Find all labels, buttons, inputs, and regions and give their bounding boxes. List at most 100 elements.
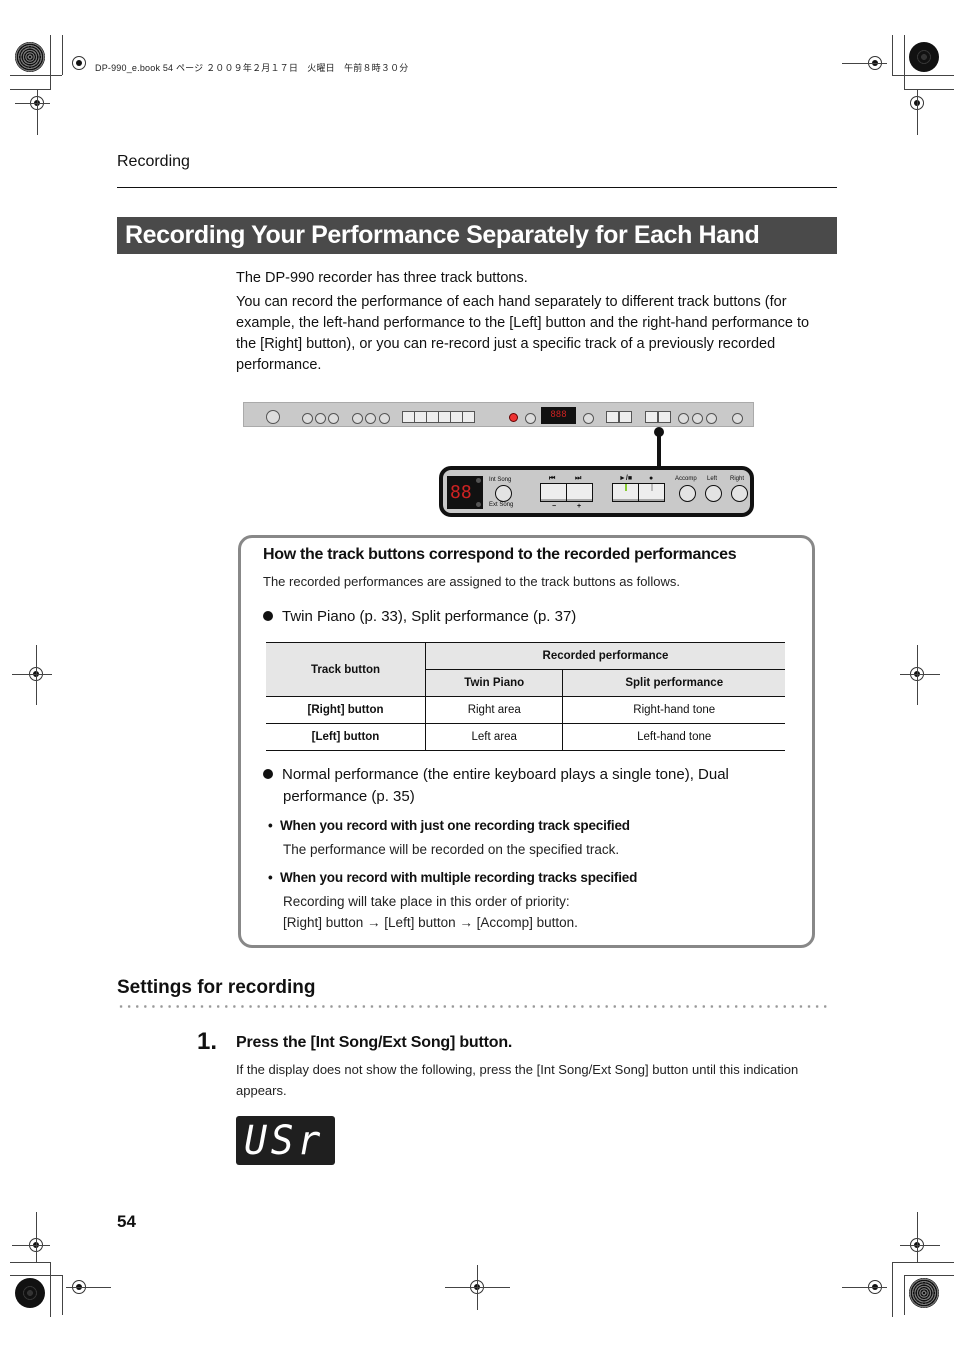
info-box-subtitle: The recorded performances are assigned t… — [263, 574, 680, 589]
crop-mark — [10, 75, 62, 76]
step-number: 1. — [197, 1028, 218, 1055]
header-twin-piano: Twin Piano — [424, 669, 563, 697]
header-split-performance: Split performance — [562, 669, 785, 697]
sub-bullet-one-track: • When you record with just one recording… — [268, 818, 630, 833]
cell-split: Left-hand tone — [562, 723, 785, 751]
crop-mark — [892, 1262, 954, 1263]
left-label: Left — [707, 476, 718, 482]
crop-target-top-right — [909, 42, 939, 72]
lcd-text: USr — [244, 1118, 325, 1164]
metronome-led — [509, 413, 518, 422]
crop-mark — [10, 1262, 50, 1263]
fwd-button — [619, 411, 632, 423]
crop-mark — [842, 63, 887, 64]
crop-mark — [37, 90, 38, 135]
registration-mark — [72, 56, 86, 70]
intro-paragraph-1: The DP-990 recorder has three track butt… — [236, 270, 528, 286]
rec-led — [651, 484, 653, 491]
crop-mark — [50, 1262, 51, 1317]
lcd-display-illustration: USr — [236, 1116, 335, 1165]
dotted-divider — [117, 1005, 827, 1008]
accomp-label: Accomp — [675, 476, 697, 482]
crop-mark — [66, 1287, 111, 1288]
sub-bullet-text: Recording will take place in this order … — [283, 894, 570, 909]
bullet-twin-split: Twin Piano (p. 33), Split performance (p… — [263, 608, 576, 625]
crop-mark — [917, 645, 918, 705]
crop-target-bottom-left — [15, 1278, 45, 1308]
crop-mark — [917, 1212, 918, 1262]
bwd-button — [606, 411, 619, 423]
bullet-icon — [263, 769, 273, 780]
table-row: [Left] button Left area Left-hand tone — [266, 723, 785, 751]
crop-mark — [10, 1275, 62, 1276]
crop-mark — [477, 1265, 478, 1310]
int-song-label: Int Song — [489, 477, 512, 483]
crop-mark — [904, 1275, 905, 1315]
header-recorded-performance: Recorded performance — [425, 642, 785, 670]
panel-display: 888 — [541, 407, 576, 424]
ambience-knob — [302, 413, 313, 424]
crop-mark — [36, 1212, 37, 1262]
crop-mark — [12, 674, 52, 675]
bullet-icon — [263, 611, 273, 622]
zoomed-panel-illustration: 88 Int Song Ext Song ⏮ ⏭ − + ►/■ ● Accom… — [439, 466, 754, 517]
header-rule — [117, 187, 837, 188]
eq-knob — [315, 413, 326, 424]
crop-mark — [900, 674, 940, 675]
fwd-button — [566, 483, 593, 502]
play-button — [645, 411, 658, 423]
crop-mark — [62, 1275, 63, 1315]
crop-mark — [36, 645, 37, 705]
right-label: Right — [730, 476, 745, 482]
fwd-icon: ⏭ — [575, 475, 582, 482]
running-head: Recording — [117, 153, 190, 170]
small-bullet-icon: • — [268, 818, 273, 833]
table-row: [Right] button Right area Right-hand ton… — [266, 696, 785, 724]
intro-paragraph-2: You can record the performance of each h… — [236, 294, 810, 373]
play-stop-icon: ►/■ — [619, 475, 633, 482]
crop-target-top-left — [15, 42, 45, 72]
crop-mark — [900, 1245, 940, 1246]
crop-mark — [842, 1287, 887, 1288]
track-table: Track button Recorded performance Twin P… — [266, 642, 785, 751]
tempo-knob — [525, 413, 536, 424]
tone-button-others — [462, 411, 475, 423]
cell-button: [Left] button — [266, 723, 426, 751]
crop-mark — [904, 89, 954, 90]
int-song-knob — [583, 413, 594, 424]
int-song-indicator — [476, 478, 481, 483]
accomp-track-button — [679, 485, 696, 502]
key-touch-knob — [732, 413, 743, 424]
crop-mark — [50, 35, 51, 90]
split-knob — [365, 413, 376, 424]
callout-line — [657, 432, 661, 466]
page-title: Recording Your Performance Separately fo… — [125, 221, 760, 249]
bwd-button — [540, 483, 567, 502]
step-title: Press the [Int Song/Ext Song] button. — [236, 1034, 513, 1051]
volume-knob — [266, 410, 280, 424]
crop-mark — [904, 1275, 954, 1276]
cell-twin: Left area — [424, 723, 563, 751]
small-bullet-icon: • — [268, 870, 273, 885]
crop-mark — [12, 1245, 50, 1246]
transpose-knob — [352, 413, 363, 424]
control-panel-illustration: 888 — [243, 402, 754, 427]
rec-button — [658, 411, 671, 423]
bullet-normal-dual: Normal performance (the entire keyboard … — [263, 766, 729, 783]
bullet-text: Normal performance (the entire keyboard … — [282, 766, 729, 783]
step-description: If the display does not show the followi… — [236, 1062, 799, 1098]
ext-song-label: Ext Song — [489, 502, 514, 508]
crop-target-bottom-right — [909, 1278, 939, 1308]
cell-button: [Right] button — [266, 696, 426, 724]
int-ext-song-knob — [495, 485, 512, 502]
crop-mark — [15, 103, 50, 104]
bwd-icon: ⏮ — [549, 475, 556, 482]
reverb-knob — [328, 413, 339, 424]
rec-icon: ● — [649, 475, 654, 482]
right-track-button — [731, 485, 748, 502]
section-heading: Settings for recording — [117, 977, 316, 998]
print-slug: DP-990_e.book 54 ページ ２００９年２月１７日 火曜日 午前８時… — [95, 63, 409, 73]
left-knob — [692, 413, 703, 424]
cell-twin: Right area — [424, 696, 563, 724]
ext-song-indicator — [476, 502, 481, 507]
